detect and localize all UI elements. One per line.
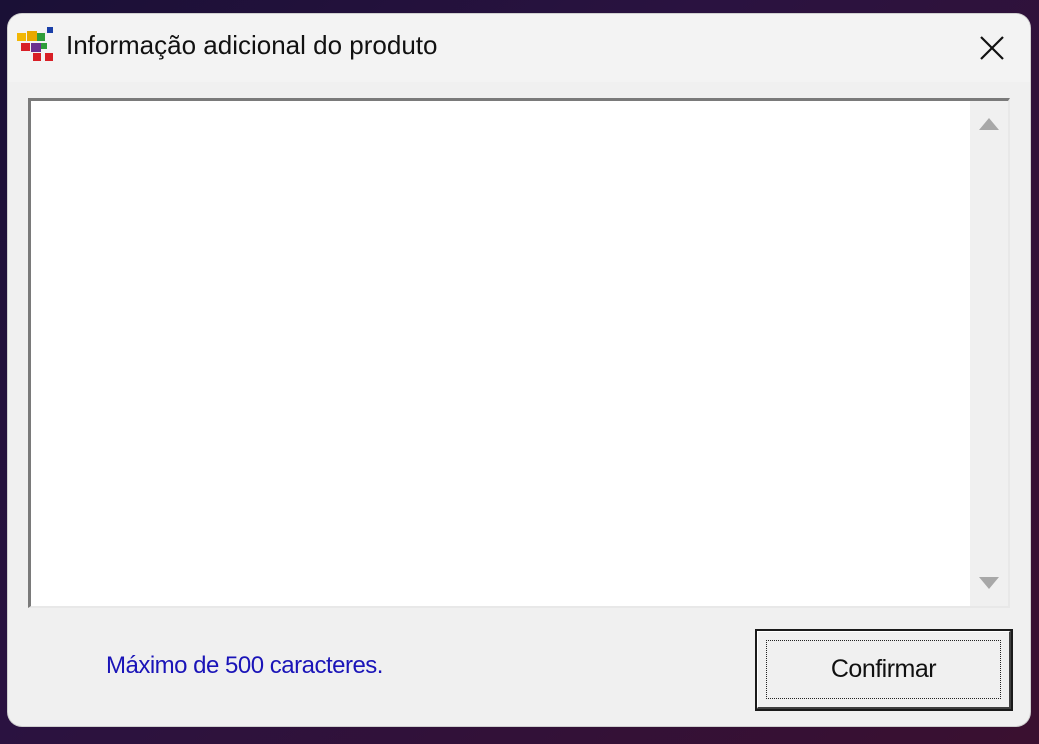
app-blocks-icon — [17, 27, 53, 61]
confirm-button[interactable]: Confirmar — [755, 629, 1013, 711]
character-limit-hint: Máximo de 500 caracteres. — [106, 652, 383, 679]
product-info-textarea[interactable] — [31, 101, 971, 606]
close-icon — [980, 36, 1004, 60]
confirm-button-label: Confirmar — [830, 655, 937, 683]
scroll-up-button[interactable] — [970, 105, 1008, 143]
dialog-window: Informação adicional do produto Máximo d… — [8, 14, 1030, 726]
vertical-scrollbar[interactable] — [970, 101, 1008, 606]
info-textarea-container — [28, 98, 1010, 608]
triangle-up-icon — [979, 118, 999, 130]
triangle-down-icon — [979, 577, 999, 589]
scroll-down-button[interactable] — [970, 564, 1008, 602]
title-bar[interactable]: Informação adicional do produto — [8, 14, 1030, 82]
close-button[interactable] — [968, 24, 1016, 72]
window-title: Informação adicional do produto — [66, 30, 438, 60]
